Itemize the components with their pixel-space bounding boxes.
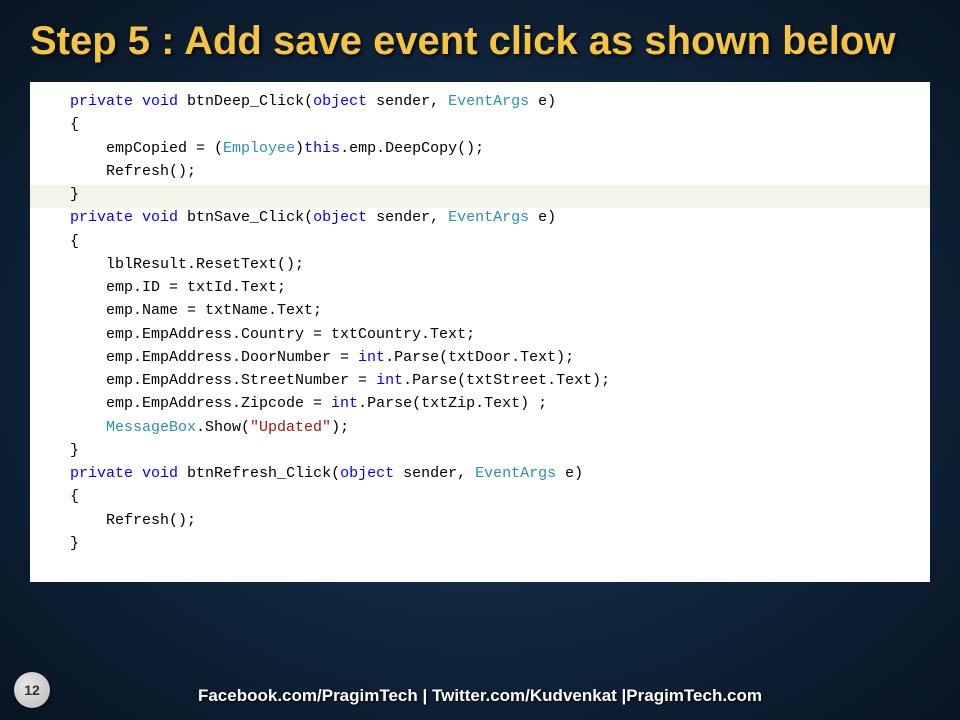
code-line: { [70, 113, 920, 136]
code-line: Refresh(); [70, 509, 920, 532]
code-line: } [70, 532, 920, 555]
code-line: emp.Name = txtName.Text; [70, 299, 920, 322]
code-line: private void btnSave_Click(object sender… [70, 206, 920, 229]
code-line: MessageBox.Show("Updated"); [70, 416, 920, 439]
code-line: private void btnDeep_Click(object sender… [70, 90, 920, 113]
code-line: private void btnRefresh_Click(object sen… [70, 462, 920, 485]
code-line: emp.ID = txtId.Text; [70, 276, 920, 299]
code-line: { [70, 230, 920, 253]
code-line: } [70, 183, 920, 206]
slide-title: Step 5 : Add save event click as shown b… [0, 0, 960, 74]
footer-links: Facebook.com/PragimTech | Twitter.com/Ku… [0, 686, 960, 706]
code-line: emp.EmpAddress.DoorNumber = int.Parse(tx… [70, 346, 920, 369]
code-line: emp.EmpAddress.Zipcode = int.Parse(txtZi… [70, 392, 920, 415]
code-line: { [70, 485, 920, 508]
code-line: Refresh(); [70, 160, 920, 183]
code-line: } [70, 439, 920, 462]
code-editor: private void btnDeep_Click(object sender… [30, 82, 930, 582]
code-line: empCopied = (Employee)this.emp.DeepCopy(… [70, 137, 920, 160]
code-line: lblResult.ResetText(); [70, 253, 920, 276]
code-line: emp.EmpAddress.StreetNumber = int.Parse(… [70, 369, 920, 392]
code-line: emp.EmpAddress.Country = txtCountry.Text… [70, 323, 920, 346]
